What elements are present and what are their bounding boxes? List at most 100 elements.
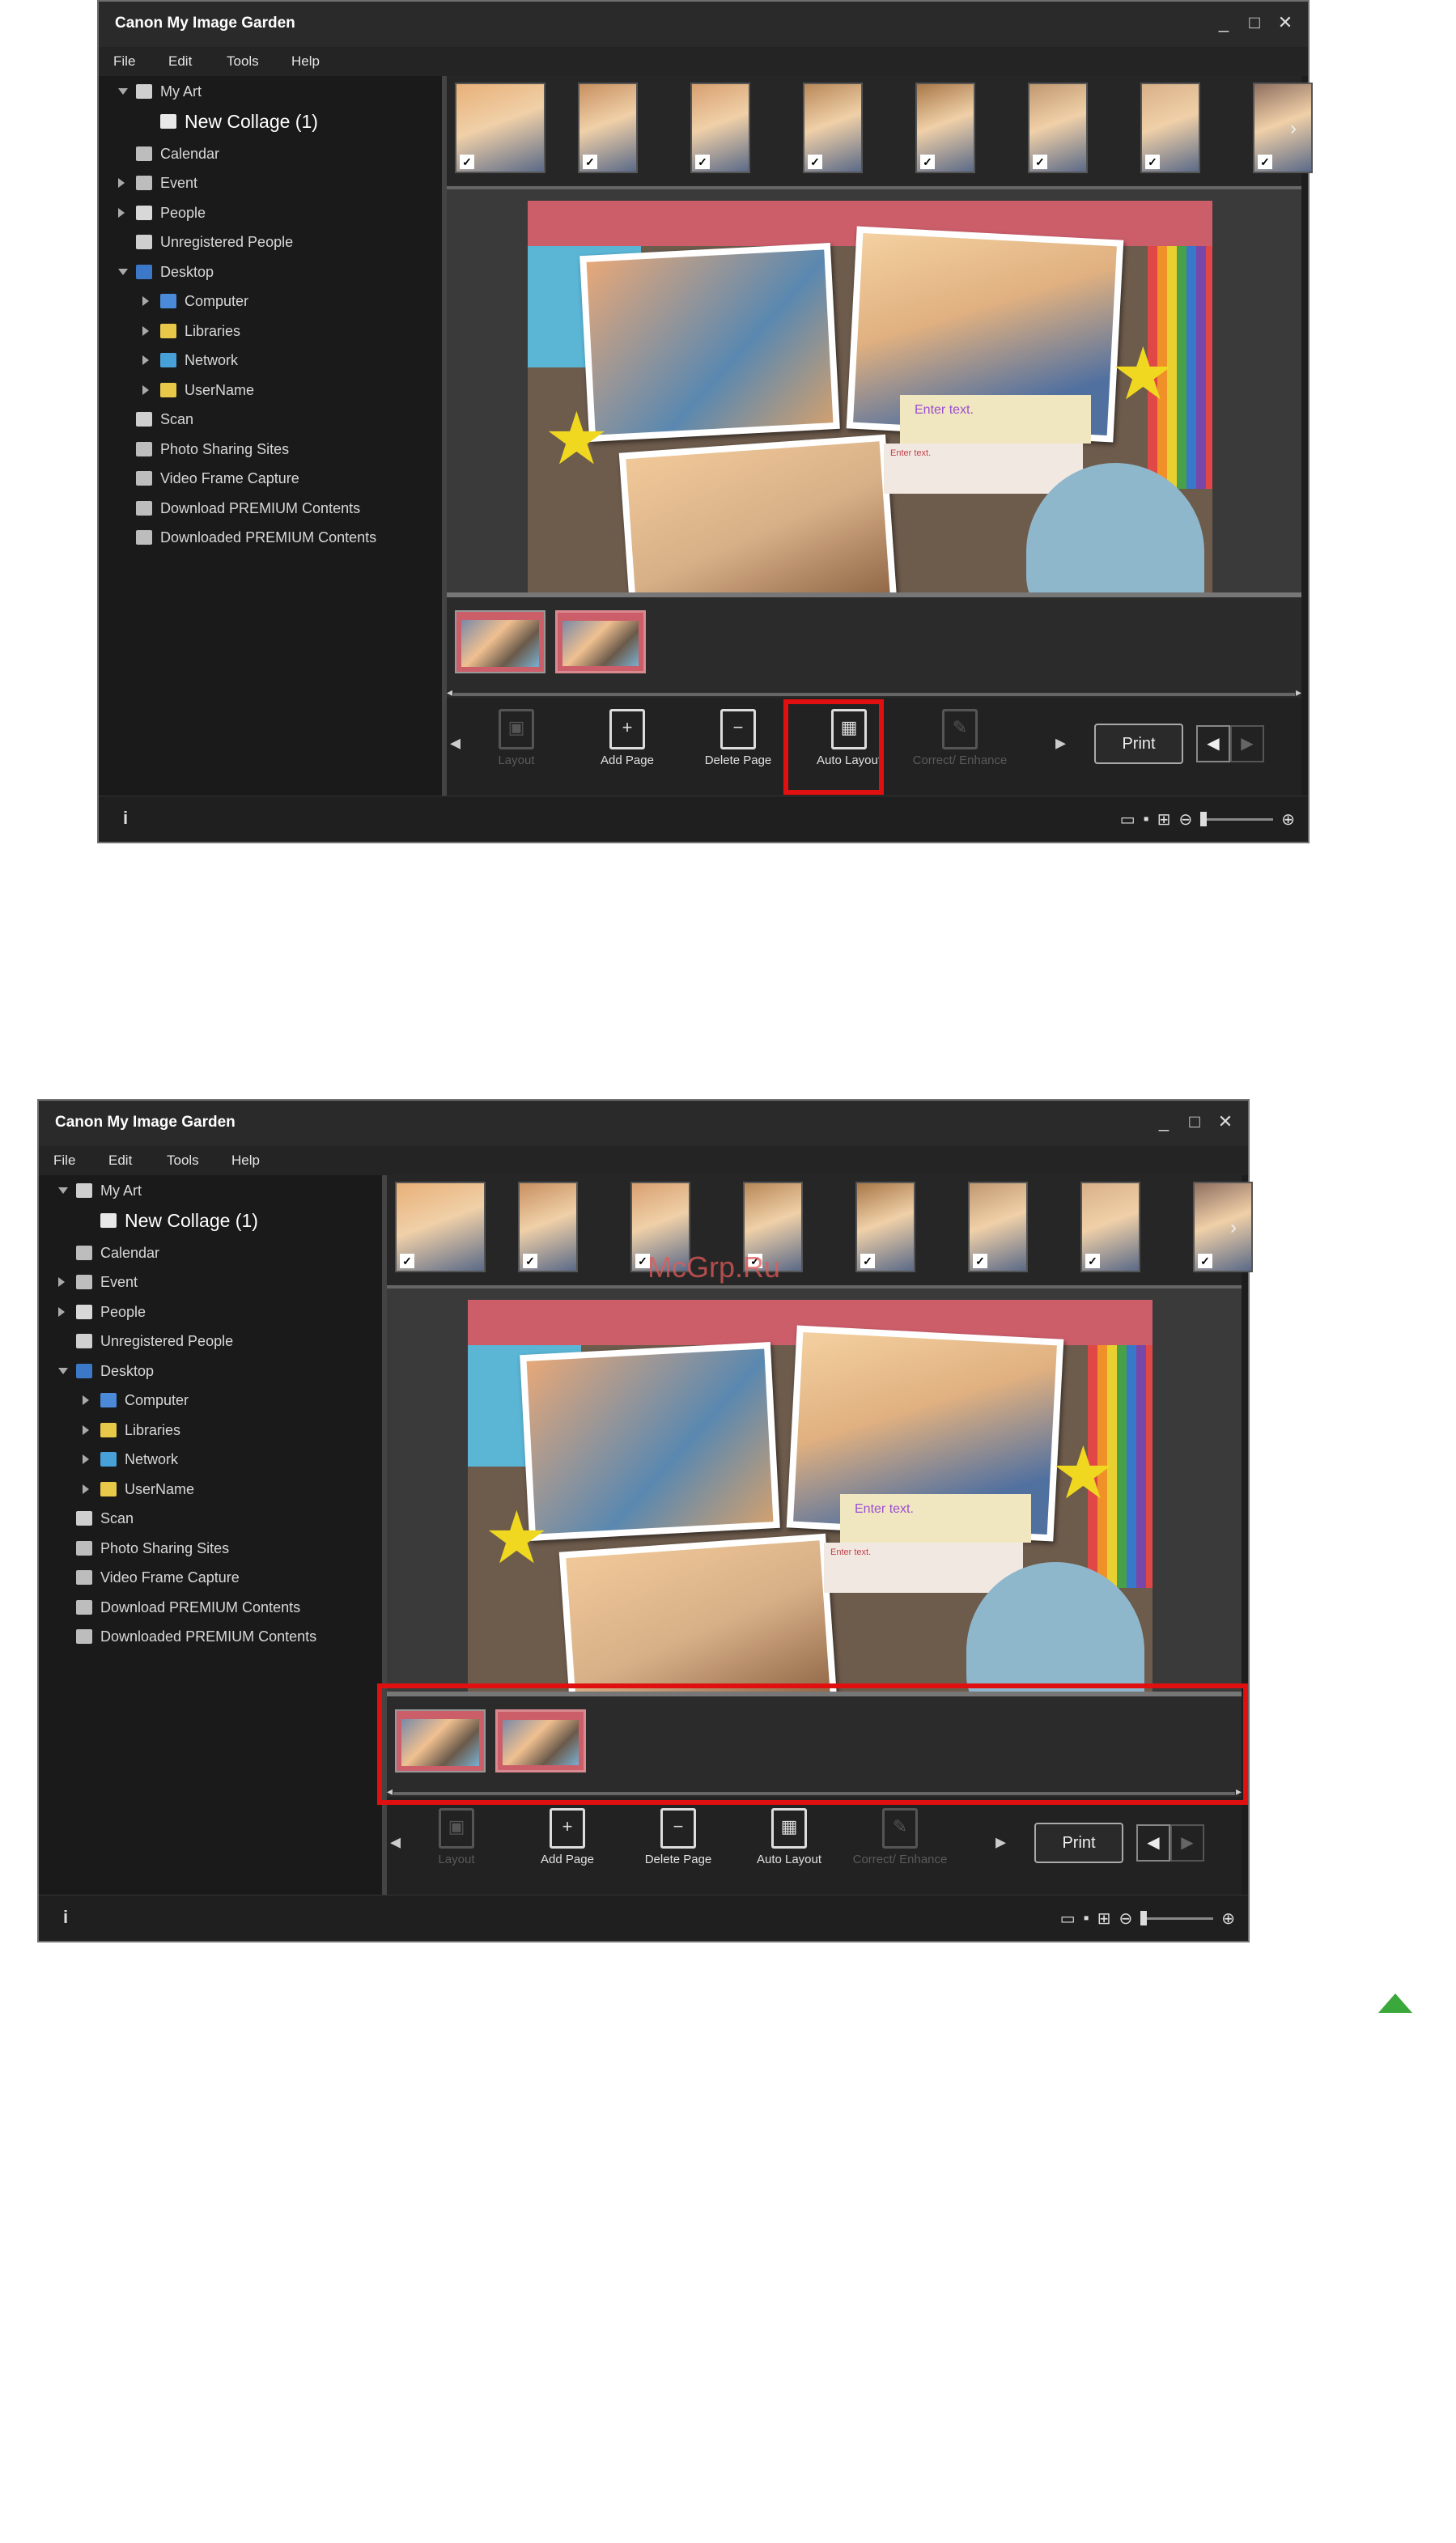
checked-checkbox[interactable]: ✓ (1198, 1254, 1212, 1268)
tree-item-libraries[interactable]: Libraries (83, 1418, 382, 1442)
photo-thumbnail[interactable]: ✓ (968, 1182, 1028, 1272)
photo-thumbnail[interactable]: ✓ (395, 1182, 486, 1272)
filmstrip-next-icon[interactable]: › (1285, 92, 1301, 165)
maximize-button[interactable]: □ (1245, 11, 1264, 34)
expand-arrow-icon[interactable] (83, 1395, 89, 1405)
view-grid-icon[interactable]: ▪ (1084, 1909, 1089, 1928)
toolbar-right-arrow-icon[interactable]: ▸ (995, 1829, 1006, 1854)
photo-thumbnail[interactable]: ✓ (518, 1182, 578, 1272)
tree-item-video-frame-capture[interactable]: Video Frame Capture (118, 466, 442, 490)
tree-item-calendar[interactable]: Calendar (58, 1241, 382, 1265)
toolbar-left-arrow-icon[interactable]: ◂ (390, 1829, 401, 1854)
photo-frame-3[interactable] (558, 1533, 838, 1692)
checked-checkbox[interactable]: ✓ (523, 1254, 537, 1268)
checked-checkbox[interactable]: ✓ (973, 1254, 987, 1268)
filmstrip-next-icon[interactable]: › (1225, 1191, 1242, 1264)
tree-item-username[interactable]: UserName (142, 378, 442, 402)
text-box[interactable]: Enter text. (840, 1494, 1031, 1543)
tree-item-new-collage-1-[interactable]: New Collage (1) (142, 109, 442, 138)
close-button[interactable]: ✕ (1276, 11, 1295, 34)
view-list-icon[interactable]: ▭ (1060, 1908, 1076, 1929)
close-button[interactable]: ✕ (1216, 1110, 1235, 1133)
tree-item-people[interactable]: People (118, 201, 442, 225)
menu-file[interactable]: File (53, 1153, 75, 1169)
expand-arrow-icon[interactable] (142, 296, 149, 306)
tree-item-libraries[interactable]: Libraries (142, 319, 442, 343)
text-box[interactable]: Enter text. (900, 395, 1091, 444)
info-icon[interactable]: i (63, 1907, 68, 1928)
tree-item-scan[interactable]: Scan (118, 407, 442, 431)
checked-checkbox[interactable]: ✓ (400, 1254, 414, 1268)
expand-arrow-icon[interactable] (83, 1454, 89, 1464)
previous-page-button[interactable]: ◀ (1196, 725, 1230, 762)
photo-thumbnail[interactable]: ✓ (578, 83, 638, 173)
collapse-arrow-icon[interactable] (118, 268, 128, 275)
tree-item-video-frame-capture[interactable]: Video Frame Capture (58, 1565, 382, 1590)
toolbar-right-arrow-icon[interactable]: ▸ (1055, 730, 1066, 755)
collapse-arrow-icon[interactable] (58, 1367, 68, 1374)
tree-item-calendar[interactable]: Calendar (118, 142, 442, 166)
photo-thumbnail[interactable]: ✓ (1193, 1182, 1253, 1272)
checked-checkbox[interactable]: ✓ (1085, 1254, 1100, 1268)
checked-checkbox[interactable]: ✓ (920, 155, 935, 169)
photo-thumbnail[interactable]: ✓ (1080, 1182, 1140, 1272)
expand-arrow-icon[interactable] (58, 1277, 65, 1287)
menu-tools[interactable]: Tools (227, 53, 259, 70)
tree-item-downloaded-premium-contents[interactable]: Downloaded PREMIUM Contents (58, 1624, 382, 1649)
collage-canvas[interactable]: Enter text. Enter text. ★ ★ (528, 201, 1212, 592)
delete-page-button[interactable]: − Delete Page (630, 1808, 727, 1891)
tree-item-people[interactable]: People (58, 1300, 382, 1324)
photo-frame-1[interactable] (579, 243, 840, 442)
tree-item-my-art[interactable]: My Art (118, 79, 442, 104)
text-box-small[interactable]: Enter text. (884, 444, 1083, 494)
tree-item-unregistered-people[interactable]: Unregistered People (118, 230, 442, 254)
info-icon[interactable]: i (123, 808, 128, 829)
photo-thumbnail[interactable]: ✓ (915, 83, 975, 173)
photo-thumbnail[interactable]: ✓ (1253, 83, 1313, 173)
tree-item-event[interactable]: Event (118, 171, 442, 195)
tree-item-downloaded-premium-contents[interactable]: Downloaded PREMIUM Contents (118, 525, 442, 550)
collage-canvas[interactable]: Enter text. Enter text. ★ ★ (468, 1300, 1152, 1692)
fit-view-icon[interactable]: ⊞ (1157, 809, 1171, 830)
menu-edit[interactable]: Edit (108, 1153, 132, 1169)
photo-thumbnail[interactable]: ✓ (1140, 83, 1200, 173)
add-page-button[interactable]: + Add Page (579, 709, 676, 792)
tree-item-computer[interactable]: Computer (142, 289, 442, 313)
expand-arrow-icon[interactable] (142, 384, 149, 395)
view-list-icon[interactable]: ▭ (1120, 809, 1136, 830)
zoom-out-icon[interactable]: ⊖ (1178, 809, 1192, 830)
tree-item-unregistered-people[interactable]: Unregistered People (58, 1329, 382, 1353)
delete-page-button[interactable]: − Delete Page (690, 709, 787, 792)
collapse-arrow-icon[interactable] (118, 88, 128, 95)
zoom-slider-thumb[interactable] (1200, 812, 1208, 826)
menu-file[interactable]: File (113, 53, 135, 70)
page-thumbnail[interactable] (455, 610, 545, 673)
tree-item-download-premium-contents[interactable]: Download PREMIUM Contents (118, 496, 442, 520)
view-grid-icon[interactable]: ▪ (1144, 810, 1149, 829)
minimize-button[interactable]: _ (1214, 11, 1233, 34)
checked-checkbox[interactable]: ✓ (1258, 155, 1272, 169)
photo-frame-3[interactable] (618, 434, 898, 592)
auto-layout-button[interactable]: ▦ Auto Layout (741, 1808, 838, 1891)
zoom-slider[interactable] (1140, 1911, 1214, 1925)
checked-checkbox[interactable]: ✓ (583, 155, 597, 169)
checked-checkbox[interactable]: ✓ (1145, 155, 1160, 169)
expand-arrow-icon[interactable] (118, 178, 125, 188)
expand-arrow-icon[interactable] (83, 1424, 89, 1435)
photo-frame-1[interactable] (520, 1342, 780, 1541)
expand-arrow-icon[interactable] (142, 325, 149, 336)
collapse-arrow-icon[interactable] (58, 1187, 68, 1194)
photo-thumbnail[interactable]: ✓ (855, 1182, 915, 1272)
zoom-out-icon[interactable]: ⊖ (1119, 1908, 1132, 1929)
zoom-slider-thumb[interactable] (1140, 1911, 1148, 1925)
tree-item-username[interactable]: UserName (83, 1477, 382, 1501)
next-page-button[interactable]: ▶ (1230, 725, 1264, 762)
fit-view-icon[interactable]: ⊞ (1097, 1908, 1111, 1929)
next-page-button[interactable]: ▶ (1170, 1824, 1204, 1862)
zoom-slider[interactable] (1200, 812, 1274, 826)
tree-item-desktop[interactable]: Desktop (58, 1359, 382, 1383)
tree-item-my-art[interactable]: My Art (58, 1178, 382, 1203)
toolbar-left-arrow-icon[interactable]: ◂ (450, 730, 461, 755)
checked-checkbox[interactable]: ✓ (695, 155, 710, 169)
expand-arrow-icon[interactable] (118, 207, 125, 218)
